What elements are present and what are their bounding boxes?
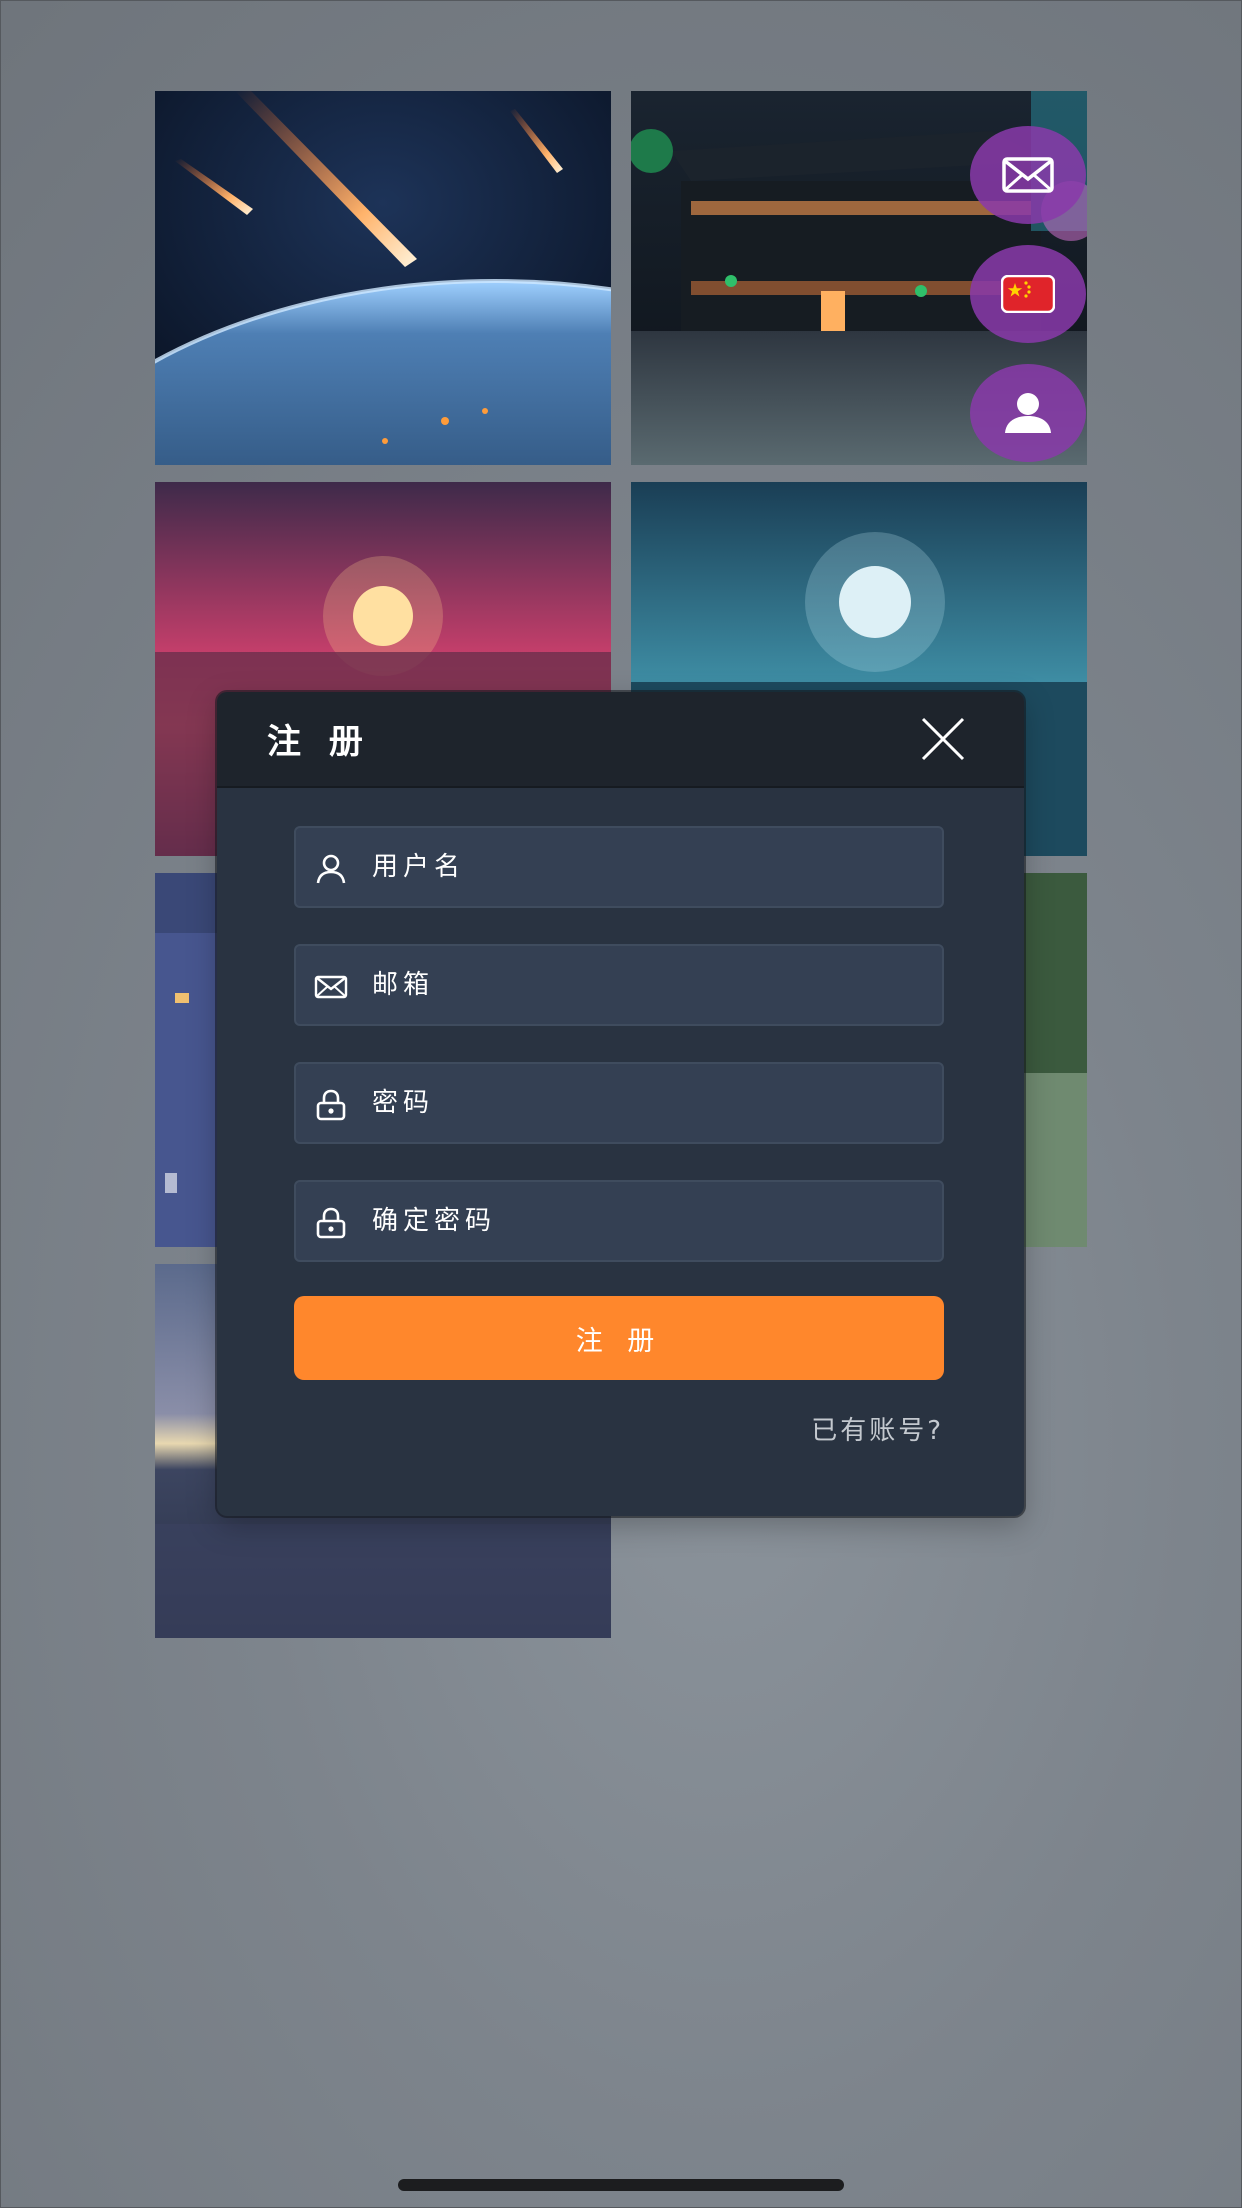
confirm-password-input[interactable] xyxy=(372,1182,922,1260)
gallery-image-meteor[interactable] xyxy=(155,91,611,465)
lock-icon xyxy=(316,1207,346,1239)
modal-title: 注 册 xyxy=(267,722,371,762)
close-icon xyxy=(921,717,965,761)
modal-header: 注 册 xyxy=(217,692,1024,788)
email-field[interactable] xyxy=(294,944,944,1026)
home-indicator xyxy=(398,2179,844,2191)
have-account-link[interactable]: 已有账号? xyxy=(811,1410,944,1447)
language-fab-button[interactable] xyxy=(970,245,1086,343)
user-icon xyxy=(316,854,346,884)
email-input[interactable] xyxy=(372,946,922,1024)
register-modal: 注 册 用户名 邮箱 注 册 已有账号? xyxy=(217,692,1024,1516)
password-input[interactable] xyxy=(372,1064,922,1142)
password-field[interactable] xyxy=(294,1062,944,1144)
confirm-password-field[interactable] xyxy=(294,1180,944,1262)
lock-icon xyxy=(316,1089,346,1121)
close-button[interactable] xyxy=(919,715,967,763)
username-field[interactable] xyxy=(294,826,944,908)
mail-fab-button[interactable] xyxy=(970,126,1086,224)
china-flag-icon xyxy=(1001,275,1055,313)
mail-icon xyxy=(1002,157,1054,193)
register-button[interactable]: 注 册 xyxy=(294,1296,944,1380)
username-input[interactable] xyxy=(372,828,922,906)
user-profile-icon xyxy=(1005,393,1051,433)
profile-fab-button[interactable] xyxy=(970,364,1086,462)
mail-icon xyxy=(314,975,348,999)
